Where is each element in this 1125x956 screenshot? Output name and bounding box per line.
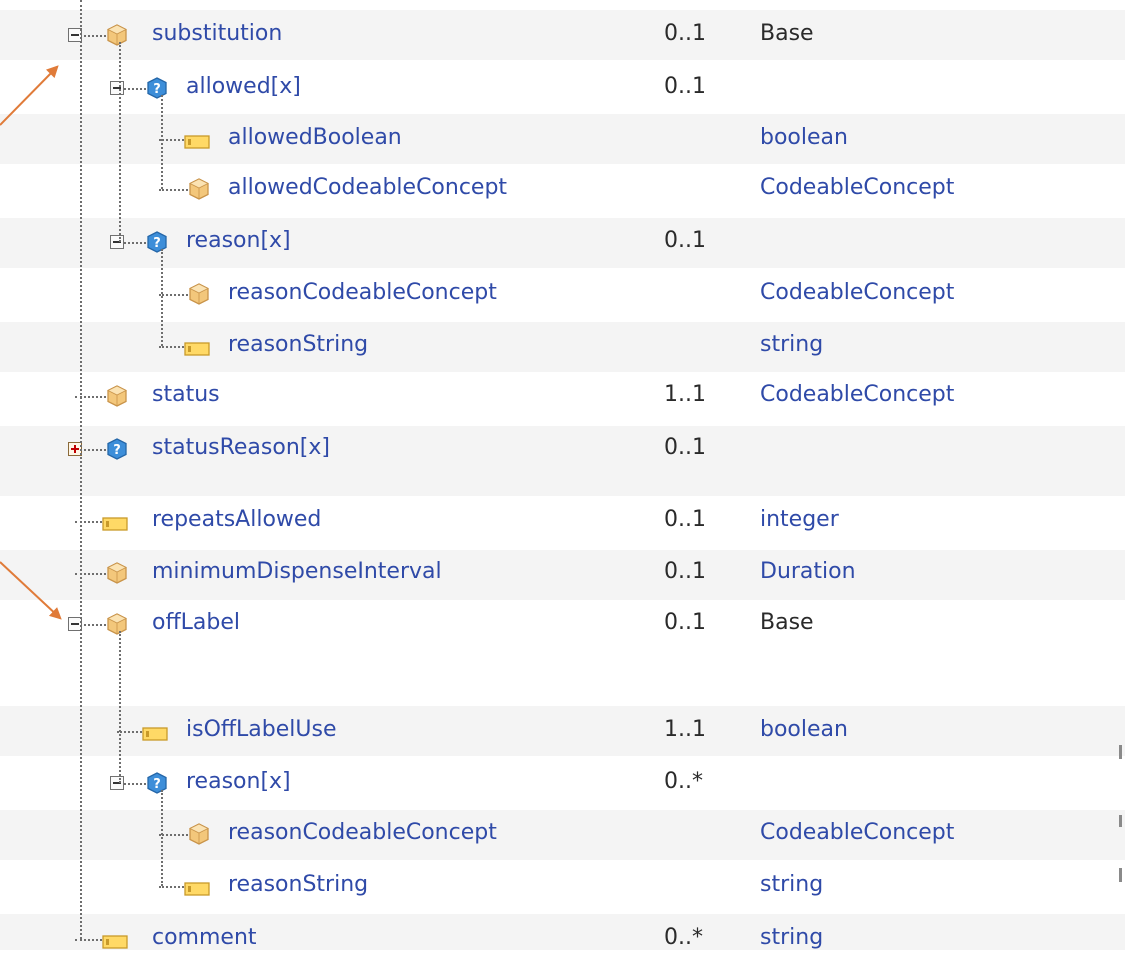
svg-text:?: ? — [113, 443, 121, 458]
tree-row[interactable]: substitution 0..1 Base — [0, 10, 1125, 60]
element-name-link[interactable]: substitution — [152, 21, 282, 47]
type-link[interactable]: CodeableConcept — [760, 280, 954, 306]
complex-type-icon — [188, 283, 210, 305]
type-link[interactable]: string — [760, 332, 823, 358]
element-name-link[interactable]: allowed[x] — [186, 74, 301, 100]
tree-row[interactable]: allowedBoolean boolean — [0, 114, 1125, 164]
tree-connector — [159, 189, 188, 191]
choice-type-icon: ? — [146, 77, 168, 99]
complex-type-icon — [106, 385, 128, 407]
cardinality: 0..1 — [664, 74, 706, 99]
primitive-type-icon — [142, 723, 168, 741]
primitive-type-icon — [102, 931, 128, 949]
cardinality: 0..1 — [664, 559, 706, 584]
tree-row[interactable]: offLabel 0..1 Base — [0, 602, 1125, 704]
cardinality: 0..1 — [664, 435, 706, 460]
cardinality: 0..* — [664, 769, 703, 794]
type-link[interactable]: CodeableConcept — [760, 820, 954, 846]
element-name-link[interactable]: reasonString — [228, 872, 368, 898]
primitive-type-icon — [184, 131, 210, 149]
element-name-link[interactable]: reasonString — [228, 332, 368, 358]
element-name-link[interactable]: repeatsAllowed — [152, 507, 321, 533]
type-label: Base — [760, 610, 814, 635]
tree-guide-line — [80, 0, 82, 939]
type-link[interactable]: Duration — [760, 559, 856, 585]
tree-row[interactable]: reasonString string — [0, 322, 1125, 372]
choice-type-icon: ? — [146, 772, 168, 794]
element-name-link[interactable]: reasonCodeableConcept — [228, 820, 497, 846]
tree-row[interactable]: ? statusReason[x] 0..1 — [0, 426, 1125, 496]
primitive-type-icon — [184, 338, 210, 356]
choice-type-icon: ? — [106, 438, 128, 460]
tree-row[interactable]: isOffLabelUse 1..1 boolean — [0, 706, 1125, 756]
complex-type-icon — [106, 562, 128, 584]
type-link[interactable]: integer — [760, 507, 839, 533]
tree-row[interactable]: ? allowed[x] 0..1 — [0, 62, 1125, 112]
type-link[interactable]: boolean — [760, 125, 848, 151]
tree-guide-line — [161, 95, 163, 189]
svg-text:?: ? — [153, 82, 161, 97]
cardinality: 0..1 — [664, 21, 706, 46]
scroll-edge-marker — [1119, 868, 1122, 882]
element-name-link[interactable]: reason[x] — [186, 228, 291, 254]
tree-guide-line — [119, 631, 121, 783]
cardinality: 0..1 — [664, 610, 706, 635]
type-link[interactable]: CodeableConcept — [760, 382, 954, 408]
type-link[interactable]: CodeableConcept — [760, 175, 954, 201]
collapse-toggle[interactable] — [110, 81, 124, 95]
tree-connector — [159, 834, 188, 836]
element-name-link[interactable]: statusReason[x] — [152, 435, 330, 461]
cardinality: 1..1 — [664, 717, 706, 742]
tree-guide-line — [119, 42, 121, 242]
element-name-link[interactable]: comment — [152, 925, 257, 951]
complex-type-icon — [188, 823, 210, 845]
choice-type-icon: ? — [146, 231, 168, 253]
tree-row[interactable]: reasonCodeableConcept CodeableConcept — [0, 270, 1125, 320]
tree-row[interactable]: comment 0..* string — [0, 914, 1125, 950]
element-name-link[interactable]: minimumDispenseInterval — [152, 559, 442, 585]
tree-row[interactable]: status 1..1 CodeableConcept — [0, 373, 1125, 423]
primitive-type-icon — [184, 878, 210, 896]
type-link[interactable]: string — [760, 872, 823, 898]
complex-type-icon — [188, 178, 210, 200]
element-name-link[interactable]: allowedBoolean — [228, 125, 402, 151]
type-link[interactable]: string — [760, 925, 823, 951]
tree-row[interactable]: minimumDispenseInterval 0..1 Duration — [0, 550, 1125, 600]
collapse-toggle[interactable] — [110, 776, 124, 790]
tree-connector — [159, 294, 188, 296]
tree-row[interactable]: reasonCodeableConcept CodeableConcept — [0, 810, 1125, 860]
tree-guide-line — [161, 249, 163, 346]
scroll-edge-marker — [1119, 745, 1122, 759]
primitive-type-icon — [102, 513, 128, 531]
element-name-link[interactable]: reasonCodeableConcept — [228, 280, 497, 306]
collapse-toggle[interactable] — [110, 235, 124, 249]
tree-guide-line — [161, 790, 163, 886]
cardinality: 0..* — [664, 925, 703, 950]
tree-row[interactable]: ? reason[x] 0..* — [0, 758, 1125, 808]
tree-row[interactable]: repeatsAllowed 0..1 integer — [0, 498, 1125, 548]
element-name-link[interactable]: allowedCodeableConcept — [228, 175, 507, 201]
element-name-link[interactable]: offLabel — [152, 610, 240, 636]
cardinality: 0..1 — [664, 228, 706, 253]
svg-text:?: ? — [153, 236, 161, 251]
element-name-link[interactable]: reason[x] — [186, 769, 291, 795]
element-name-link[interactable]: isOffLabelUse — [186, 717, 337, 743]
type-link[interactable]: boolean — [760, 717, 848, 743]
tree-row[interactable]: reasonString string — [0, 862, 1125, 912]
cardinality: 1..1 — [664, 382, 706, 407]
tree-row[interactable]: ? reason[x] 0..1 — [0, 218, 1125, 268]
structure-tree: substitution 0..1 Base? allowed[x] 0..1 allow… — [0, 0, 1125, 950]
scroll-edge-marker — [1119, 815, 1122, 827]
tree-row[interactable]: allowedCodeableConcept CodeableConcept — [0, 166, 1125, 216]
svg-text:?: ? — [153, 777, 161, 792]
cardinality: 0..1 — [664, 507, 706, 532]
type-label: Base — [760, 21, 814, 46]
complex-type-icon — [106, 24, 128, 46]
element-name-link[interactable]: status — [152, 382, 220, 408]
complex-type-icon — [106, 613, 128, 635]
